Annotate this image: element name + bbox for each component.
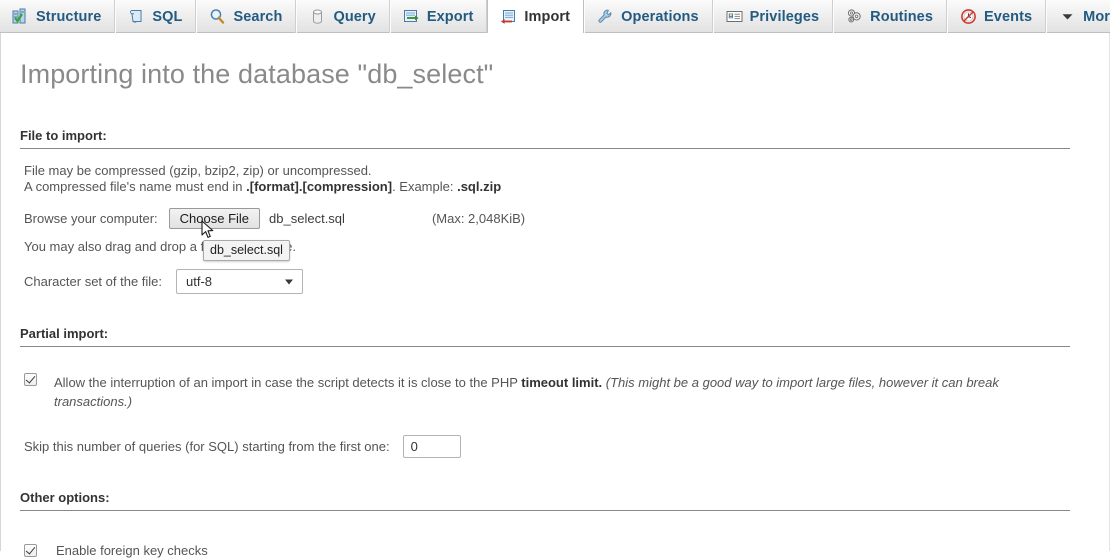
tab-routines-label: Routines — [870, 8, 934, 25]
charset-selected-value: utf-8 — [186, 274, 213, 289]
max-upload-size: (Max: 2,048KiB) — [431, 210, 526, 226]
sql-icon — [128, 8, 145, 25]
browse-label: Browse your computer: — [24, 210, 158, 226]
file-name-tooltip: db_select.sql — [203, 240, 290, 261]
skip-queries-input[interactable]: 0 — [402, 435, 461, 458]
other-options-body: Enable foreign key checks — [1, 511, 1109, 560]
tab-query[interactable]: Query — [296, 0, 390, 33]
tab-routines[interactable]: Routines — [833, 0, 948, 33]
tab-search-label: Search — [233, 8, 283, 25]
tab-events-label: Events — [984, 8, 1033, 25]
clock-icon — [960, 8, 977, 25]
tab-privileges[interactable]: Privileges — [712, 0, 834, 33]
charset-select[interactable]: utf-8 — [176, 269, 304, 294]
allow-interruption-row: Allow the interruption of an import in c… — [24, 373, 1109, 411]
allow-interruption-label: Allow the interruption of an import in c… — [54, 373, 1054, 411]
tab-sql-label: SQL — [152, 8, 183, 25]
compression-note-mid: . Example: — [392, 178, 458, 194]
phpmyadmin-import-page: Structure SQL Search Query Export Import… — [0, 0, 1110, 558]
structure-icon — [12, 8, 29, 25]
export-icon — [403, 8, 420, 25]
allow-interruption-bold: timeout limit. — [521, 375, 603, 390]
tab-import-label: Import — [524, 9, 571, 25]
tab-more[interactable]: More — [1046, 0, 1110, 33]
chevron-down-icon — [1059, 8, 1076, 25]
import-content: Importing into the database "db_select" … — [0, 33, 1110, 558]
partial-import-legend: Partial import: — [20, 326, 1070, 347]
tab-structure-label: Structure — [36, 8, 102, 25]
page-title: Importing into the database "db_select" — [20, 59, 494, 89]
charset-label: Character set of the file: — [24, 274, 163, 289]
tab-operations-label: Operations — [621, 8, 699, 25]
file-to-import-body: File may be compressed (gzip, bzip2, zip… — [1, 149, 1109, 294]
partial-import-section: Partial import: Allow the interruption o… — [1, 326, 1109, 458]
tab-sql[interactable]: SQL — [115, 0, 197, 33]
tab-more-label: More — [1083, 8, 1110, 25]
tab-events[interactable]: Events — [947, 0, 1047, 33]
allow-interruption-text: Allow the interruption of an import in c… — [54, 375, 522, 390]
compression-note: File may be compressed (gzip, bzip2, zip… — [24, 163, 1109, 194]
file-to-import-legend: File to import: — [20, 128, 1070, 149]
query-icon — [309, 8, 326, 25]
tab-query-label: Query — [333, 8, 376, 25]
chevron-down-icon — [285, 279, 294, 284]
tab-structure[interactable]: Structure — [0, 0, 116, 33]
main-tab-bar: Structure SQL Search Query Export Import… — [0, 0, 1110, 34]
allow-interruption-checkbox[interactable] — [24, 373, 37, 386]
charset-row: Character set of the file: utf-8 — [24, 269, 1109, 294]
import-icon — [500, 9, 517, 26]
tab-search[interactable]: Search — [196, 0, 297, 33]
browse-row: Browse your computer: Choose File db_sel… — [24, 207, 1109, 229]
compression-note-line1: File may be compressed (gzip, bzip2, zip… — [24, 163, 372, 178]
routines-icon — [846, 8, 863, 25]
choose-file-button[interactable]: Choose File — [168, 207, 261, 229]
tab-export-label: Export — [426, 8, 474, 25]
privileges-icon — [726, 8, 743, 25]
compression-note-prefix: A compressed file's name must end in — [24, 178, 247, 194]
skip-queries-row: Skip this number of queries (for SQL) st… — [24, 435, 1109, 458]
file-to-import-section: File to import: File may be compressed (… — [1, 128, 1109, 294]
compression-note-example: .sql.zip — [457, 178, 502, 194]
wrench-icon — [597, 8, 614, 25]
tab-export[interactable]: Export — [389, 0, 488, 33]
compression-note-line2: A compressed file's name must end in .[f… — [24, 179, 1109, 195]
other-options-section: Other options: Enable foreign key checks — [1, 490, 1109, 560]
other-options-legend: Other options: — [20, 490, 1070, 511]
selected-file-name: db_select.sql — [269, 210, 345, 226]
compression-note-format: .[format].[compression] — [246, 178, 393, 194]
skip-queries-label: Skip this number of queries (for SQL) st… — [24, 439, 390, 454]
search-icon — [209, 8, 226, 25]
tab-operations[interactable]: Operations — [584, 0, 713, 33]
partial-import-body: Allow the interruption of an import in c… — [1, 347, 1109, 458]
drag-drop-hint: You may also drag and drop a file on any… — [24, 239, 296, 254]
tab-import[interactable]: Import — [487, 0, 585, 34]
tab-privileges-label: Privileges — [749, 8, 820, 25]
